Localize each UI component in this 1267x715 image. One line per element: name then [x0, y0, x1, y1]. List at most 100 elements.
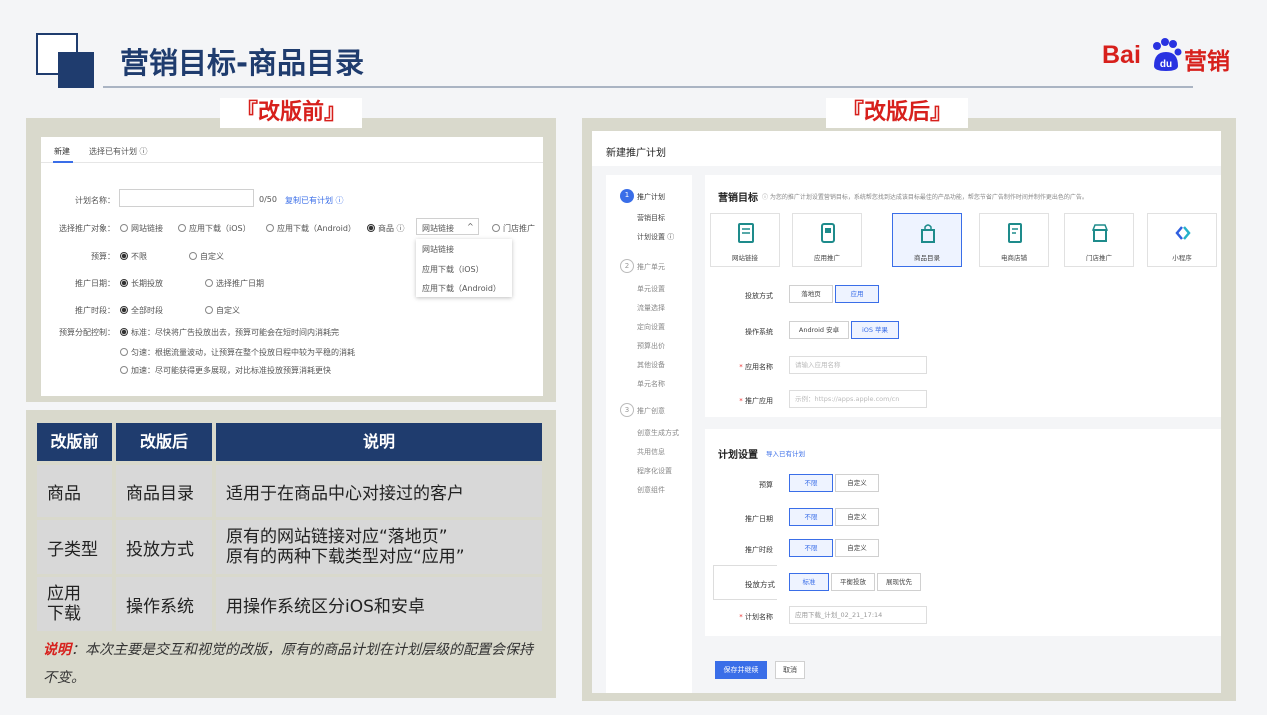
logo-text-bai: Bai: [1102, 41, 1141, 69]
step-item[interactable]: 流量选择: [637, 303, 665, 313]
alloc-option-balanced[interactable]: 平衡投放: [831, 573, 875, 591]
tile-ecommerce[interactable]: 电商店铺: [979, 213, 1049, 267]
step-item[interactable]: 程序化设置: [637, 466, 672, 476]
step-item[interactable]: 创意生成方式: [637, 428, 679, 438]
step-title[interactable]: 推广单元: [637, 262, 665, 272]
tile-mini-program[interactable]: 小程序: [1147, 213, 1217, 267]
target-dropdown: 网站链接 应用下载（iOS） 应用下载（Android）: [416, 239, 512, 297]
title-square-filled: [58, 52, 94, 88]
dropdown-item[interactable]: 应用下载（iOS）: [422, 264, 484, 275]
target-option-product[interactable]: 商品 ⓘ: [367, 223, 405, 234]
step-title[interactable]: 推广创意: [637, 406, 665, 416]
dropdown-item[interactable]: 网站链接: [422, 244, 454, 255]
radio-icon: [205, 279, 213, 287]
goal-title: 营销目标: [718, 193, 758, 204]
import-existing-link[interactable]: 导入已有计划: [766, 448, 805, 458]
plan-settings-title: 计划设置: [718, 450, 758, 461]
logo-text-ying: 营销: [1184, 49, 1230, 75]
shop-front-icon: [1092, 224, 1108, 242]
note-text: ：本次主要是交互和视觉的改版，原有的商品计划在计划层级的配置会保持不变。: [43, 642, 533, 686]
step-item[interactable]: 预算出价: [637, 341, 665, 351]
time-option-custom[interactable]: 自定义: [205, 305, 240, 316]
delivery-option-landing[interactable]: 落地页: [789, 285, 833, 303]
new-form: 新建推广计划 1 推广计划 营销目标 计划设置 ⓘ 2 推广单元 单元设置 流量…: [592, 131, 1221, 693]
table-note: 说明：本次主要是交互和视觉的改版，原有的商品计划在计划层级的配置会保持不变。: [43, 636, 538, 692]
budget-option-unlimited[interactable]: 不限: [789, 474, 833, 492]
table-cell: 商品目录: [116, 465, 212, 517]
alloc-option-standard[interactable]: 标准：尽快将广告投放出去，预算可能会在短时间内消耗完: [120, 327, 339, 338]
budget-option-unlimited[interactable]: 不限: [120, 251, 147, 262]
time-label: 推广时段：: [75, 306, 115, 315]
delivery-option-app[interactable]: 应用: [835, 285, 879, 303]
tile-product-catalog[interactable]: 商品目录: [892, 213, 962, 267]
plan-name-input[interactable]: [119, 189, 254, 207]
step-item[interactable]: 计划设置 ⓘ: [637, 232, 674, 242]
save-continue-button[interactable]: 保存并继续: [715, 661, 767, 679]
target-option-ios[interactable]: 应用下载（iOS）: [178, 223, 251, 234]
radio-checked-icon: [120, 252, 128, 260]
alloc-option-standard[interactable]: 标准: [789, 573, 829, 591]
old-tabs: 新建 选择已有计划 ⓘ: [41, 137, 543, 163]
step-item[interactable]: 其他设备: [637, 360, 665, 370]
table-cell: 商品: [37, 465, 112, 517]
plan-name-count: 0/50: [259, 195, 277, 204]
step-item[interactable]: 营销目标: [637, 213, 665, 223]
date-label: 推广日期：: [75, 279, 115, 288]
tile-app[interactable]: 应用推广: [792, 213, 862, 267]
date-option-long[interactable]: 长期投放: [120, 278, 163, 289]
date-option-custom[interactable]: 自定义: [835, 508, 879, 526]
app-name-label: * 应用名称: [739, 363, 773, 371]
dropdown-item[interactable]: 应用下载（Android）: [422, 283, 501, 294]
target-option-android[interactable]: 应用下载（Android）: [266, 223, 356, 234]
os-option-android[interactable]: Android 安卓: [789, 321, 849, 339]
radio-icon: [205, 306, 213, 314]
tile-website[interactable]: 网站链接: [710, 213, 780, 267]
date-option-unlimited[interactable]: 不限: [789, 508, 833, 526]
copy-existing-link[interactable]: 复制已有计划 ⓘ: [285, 195, 344, 206]
baidu-marketing-logo: Bai du 营销: [1102, 38, 1242, 78]
before-tag: 『改版前』: [220, 98, 362, 128]
radio-icon: [120, 348, 128, 356]
alloc-label: 预算分配控制：: [59, 328, 115, 337]
step-item[interactable]: 单元设置: [637, 284, 665, 294]
after-tag: 『改版后』: [826, 98, 968, 128]
table-cell: 原有的网站链接对应“落地页” 原有的两种下载类型对应“应用”: [216, 520, 542, 574]
budget-option-custom[interactable]: 自定义: [835, 474, 879, 492]
alloc-option-even[interactable]: 匀速：根据流量波动，让预算在整个投放日程中较为平稳的消耗: [120, 347, 355, 358]
time-option-all[interactable]: 全部时段: [120, 305, 163, 316]
tab-choose-existing[interactable]: 选择已有计划 ⓘ: [89, 146, 148, 157]
alloc-option-fast[interactable]: 加速：尽可能获得更多展现，对比标准投放预算消耗更快: [120, 365, 331, 376]
date-option-choose[interactable]: 选择推广日期: [205, 278, 264, 289]
target-option-store[interactable]: 门店推广: [492, 223, 535, 234]
radio-icon: [492, 224, 500, 232]
step-item[interactable]: 共用信息: [637, 447, 665, 457]
step-title[interactable]: 推广计划: [637, 192, 665, 202]
os-label: 操作系统: [745, 328, 773, 336]
app-promo-input[interactable]: 示例：https://apps.apple.com/cn: [789, 390, 927, 408]
budget-option-custom[interactable]: 自定义: [189, 251, 224, 262]
tab-new[interactable]: 新建: [54, 146, 70, 157]
target-option-website[interactable]: 网站链接: [120, 223, 163, 234]
target-select[interactable]: 网站链接 ^: [416, 218, 479, 235]
plan-name-label: * 计划名称: [739, 613, 773, 621]
document-icon: [738, 223, 754, 243]
time-option-custom[interactable]: 自定义: [835, 539, 879, 557]
radio-icon: [120, 224, 128, 232]
app-promo-label: * 推广应用: [739, 397, 773, 405]
note-emphasis: 说明: [43, 642, 71, 658]
alloc-option-impression[interactable]: 展现优先: [877, 573, 921, 591]
step-item[interactable]: 单元名称: [637, 379, 665, 389]
steps-sidebar: 1 推广计划 营销目标 计划设置 ⓘ 2 推广单元 单元设置 流量选择 定向设置…: [606, 175, 692, 693]
tile-store[interactable]: 门店推广: [1064, 213, 1134, 267]
alloc-label: 投放方式: [745, 580, 775, 589]
app-name-input[interactable]: 请输入应用名称: [789, 356, 927, 374]
step-item[interactable]: 创意组件: [637, 485, 665, 495]
goal-hint: ⓘ 为您的推广计划设置营销目标，系统帮您找到达成该目标最佳的产品功能，帮您节省广…: [762, 194, 1088, 201]
step-item[interactable]: 定向设置: [637, 322, 665, 332]
table-header-before: 改版前: [37, 423, 112, 461]
time-option-unlimited[interactable]: 不限: [789, 539, 833, 557]
cancel-button[interactable]: 取消: [775, 661, 805, 679]
os-option-ios[interactable]: iOS 苹果: [851, 321, 899, 339]
plan-name-input[interactable]: 应用下载_计划_02_21_17:14: [789, 606, 927, 624]
table-cell: 操作系统: [116, 577, 212, 631]
